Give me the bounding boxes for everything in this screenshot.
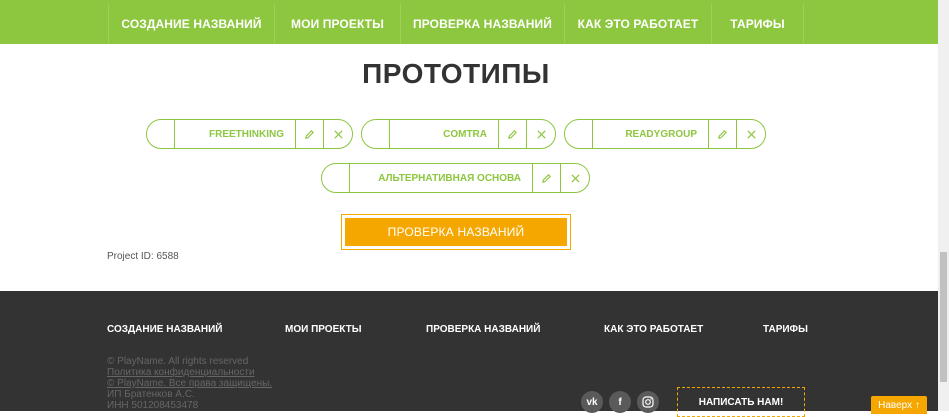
close-icon[interactable] [561, 164, 589, 192]
close-icon[interactable] [527, 120, 555, 148]
vk-icon[interactable]: vk [581, 391, 603, 413]
pencil-icon[interactable] [499, 120, 527, 148]
pencil-icon[interactable] [533, 164, 561, 192]
nav-item-name-check[interactable]: ПРОВЕРКА НАЗВАНИЙ [400, 4, 564, 44]
prototype-name: FREETHINKING [175, 120, 296, 148]
footer-nav-how-it-works[interactable]: КАК ЭТО РАБОТАЕТ [604, 324, 703, 335]
vertical-scrollbar[interactable] [938, 0, 949, 411]
prototype-pill: READYGROUP [564, 119, 766, 149]
prototype-name: COMTRA [390, 120, 499, 148]
inn-number: ИНН 501208453478 [107, 400, 199, 411]
check-names-button[interactable]: ПРОВЕРКА НАЗВАНИЙ [345, 218, 567, 246]
prototype-name: АЛЬТЕРНАТИВНАЯ ОСНОВА [350, 164, 533, 192]
privacy-policy-link[interactable]: Политика конфиденциальности [107, 367, 255, 378]
copyright-ru: © PlayName. Все права защищены. [107, 378, 273, 389]
footer: СОЗДАНИЕ НАЗВАНИЙ МОИ ПРОЕКТЫ ПРОВЕРКА Н… [0, 291, 938, 417]
top-navigation: СОЗДАНИЕ НАЗВАНИЙ МОИ ПРОЕКТЫ ПРОВЕРКА Н… [0, 0, 938, 44]
facebook-glyph: f [618, 396, 622, 408]
nav-item-name-creation[interactable]: СОЗДАНИЕ НАЗВАНИЙ [108, 4, 274, 44]
back-to-top-button[interactable]: Наверх ↑ [871, 396, 927, 414]
footer-nav-name-check[interactable]: ПРОВЕРКА НАЗВАНИЙ [426, 324, 540, 335]
project-id: Project ID: 6588 [107, 251, 179, 262]
close-icon[interactable] [324, 120, 352, 148]
check-names-button-frame: ПРОВЕРКА НАЗВАНИЙ [341, 214, 571, 250]
prototype-pill: АЛЬТЕРНАТИВНАЯ ОСНОВА [321, 163, 590, 193]
nav-item-my-projects[interactable]: МОИ ПРОЕКТЫ [274, 4, 400, 44]
prototype-pill: COMTRA [361, 119, 556, 149]
prototype-name: READYGROUP [593, 120, 709, 148]
pencil-icon[interactable] [709, 120, 737, 148]
close-icon[interactable] [737, 120, 765, 148]
owner-name: ИП Братенков А.С. [107, 389, 195, 400]
scrollbar-thumb[interactable] [940, 252, 947, 382]
pill-lead-segment [147, 120, 175, 148]
instagram-glyph [642, 396, 654, 408]
vk-glyph: vk [586, 396, 598, 408]
nav-item-how-it-works[interactable]: КАК ЭТО РАБОТАЕТ [564, 4, 711, 44]
footer-nav-name-creation[interactable]: СОЗДАНИЕ НАЗВАНИЙ [107, 324, 222, 335]
pill-lead-segment [565, 120, 593, 148]
pill-lead-segment [322, 164, 350, 192]
top-nav-items: СОЗДАНИЕ НАЗВАНИЙ МОИ ПРОЕКТЫ ПРОВЕРКА Н… [108, 4, 804, 44]
nav-item-pricing[interactable]: ТАРИФЫ [711, 4, 804, 44]
footer-nav-pricing[interactable]: ТАРИФЫ [763, 324, 808, 335]
prototype-pill: FREETHINKING [146, 119, 353, 149]
footer-nav-my-projects[interactable]: МОИ ПРОЕКТЫ [285, 324, 362, 335]
copyright-en: © PlayName. All rights reserved [107, 356, 249, 367]
page-title: ПРОТОТИПЫ [362, 58, 550, 89]
pill-lead-segment [362, 120, 390, 148]
facebook-icon[interactable]: f [609, 391, 631, 413]
write-us-button[interactable]: НАПИСАТЬ НАМ! [677, 387, 805, 417]
pencil-icon[interactable] [296, 120, 324, 148]
instagram-icon[interactable] [637, 391, 659, 413]
